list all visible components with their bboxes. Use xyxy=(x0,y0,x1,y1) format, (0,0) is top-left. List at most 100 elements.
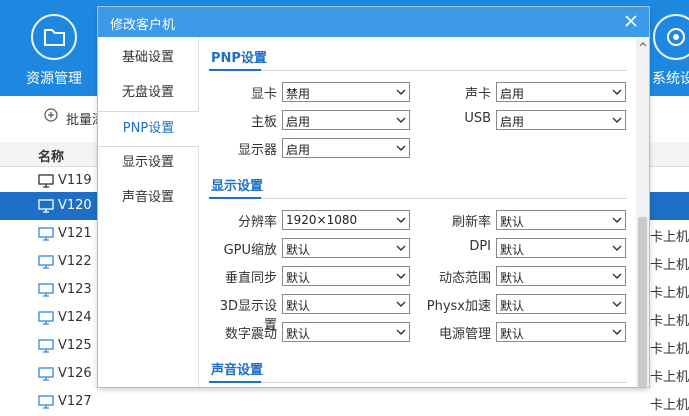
row-status: 卡上机 xyxy=(650,230,689,245)
chevron-down-icon xyxy=(396,145,406,151)
monitor-icon xyxy=(38,367,54,381)
gpu-select[interactable]: 禁用 xyxy=(282,82,410,102)
scroll-up-icon[interactable] xyxy=(639,41,647,47)
folder-icon xyxy=(31,14,77,60)
row-name: V120 xyxy=(58,198,92,213)
section-divider xyxy=(209,381,627,383)
row-name: V123 xyxy=(58,282,92,297)
row-status: 卡上机 xyxy=(650,398,689,413)
gear-icon xyxy=(653,14,689,60)
batch-add-button[interactable]: 批量添 xyxy=(44,108,105,128)
chevron-down-icon xyxy=(396,245,406,251)
close-icon xyxy=(625,15,637,27)
dpi-select[interactable]: 默认 xyxy=(496,238,626,258)
chevron-down-icon xyxy=(612,89,622,95)
chevron-down-icon xyxy=(612,245,622,251)
sidebar-item-sound[interactable]: 声音设置 xyxy=(98,181,198,215)
display-section-title: 显示设置 xyxy=(211,179,264,194)
monitor-value: 启用 xyxy=(286,143,311,157)
monitor-icon xyxy=(38,227,54,241)
power-management-select[interactable]: 默认 xyxy=(496,322,626,342)
row-status: 卡上机 xyxy=(650,258,689,273)
sidebar-item-diskless[interactable]: 无盘设置 xyxy=(98,76,198,110)
gpu-scaling-value: 默认 xyxy=(286,243,311,257)
refresh-rate-select[interactable]: 默认 xyxy=(496,210,626,230)
nav-system-label: 系统设 xyxy=(652,71,689,87)
3d-settings-select[interactable]: 默认 xyxy=(282,294,410,314)
row-name: V124 xyxy=(58,310,92,325)
monitor-icon xyxy=(38,283,54,297)
physx-value: 默认 xyxy=(500,299,525,313)
chevron-down-icon xyxy=(396,89,406,95)
content-scrollbar[interactable] xyxy=(636,37,649,387)
dynamic-range-value: 默认 xyxy=(500,271,525,285)
pnp-section-title: PNP设置 xyxy=(211,51,267,66)
dpi-value: 默认 xyxy=(500,243,525,257)
sidebar-item-display[interactable]: 显示设置 xyxy=(98,146,198,180)
monitor-label: 显示器 xyxy=(237,143,277,158)
row-name: V121 xyxy=(58,226,92,241)
digital-vibrance-value: 默认 xyxy=(286,327,311,341)
gpu-scaling-select[interactable]: 默认 xyxy=(282,238,410,258)
dialog-title: 修改客户机 xyxy=(110,18,176,33)
monitor-select[interactable]: 启用 xyxy=(282,138,410,158)
digital-vibrance-label: 数字震动 xyxy=(224,327,277,342)
sidebar-item-pnp[interactable]: PNP设置 xyxy=(98,111,199,147)
chevron-down-icon xyxy=(612,329,622,335)
row-name: V122 xyxy=(58,254,92,269)
close-button[interactable] xyxy=(621,11,641,31)
column-name-header[interactable]: 名称 xyxy=(38,146,64,165)
digital-vibrance-select[interactable]: 默认 xyxy=(282,322,410,342)
chevron-down-icon xyxy=(396,329,406,335)
vsync-label: 垂直同步 xyxy=(224,271,277,286)
refresh-rate-label: 刷新率 xyxy=(451,215,491,230)
dynamic-range-label: 动态范围 xyxy=(438,271,491,286)
chevron-down-icon xyxy=(612,117,622,123)
edit-client-dialog: 修改客户机 基础设置 无盘设置 PNP设置 显示设置 声音设置 PNP设置 显卡… xyxy=(98,7,649,387)
chevron-down-icon xyxy=(612,301,622,307)
resolution-label: 分辨率 xyxy=(237,215,277,230)
motherboard-select[interactable]: 启用 xyxy=(282,110,410,130)
plus-icon xyxy=(44,108,58,126)
refresh-rate-value: 默认 xyxy=(500,215,525,229)
dynamic-range-select[interactable]: 默认 xyxy=(496,266,626,286)
dialog-title-bar[interactable]: 修改客户机 xyxy=(98,7,649,37)
physx-select[interactable]: 默认 xyxy=(496,294,626,314)
row-name: V119 xyxy=(58,173,92,188)
row-status: 卡上机 xyxy=(650,286,689,301)
power-management-label: 电源管理 xyxy=(438,327,491,342)
row-name: V126 xyxy=(58,366,92,381)
sidebar-item-basic[interactable]: 基础设置 xyxy=(98,41,198,75)
sound-card-select[interactable]: 启用 xyxy=(496,82,626,102)
chevron-down-icon xyxy=(396,301,406,307)
table-row[interactable]: V127 卡上机 xyxy=(0,388,689,416)
3d-settings-value: 默认 xyxy=(286,299,311,313)
motherboard-value: 启用 xyxy=(286,115,311,129)
physx-label: Physx加速 xyxy=(426,299,491,314)
chevron-down-icon xyxy=(396,217,406,223)
chevron-down-icon xyxy=(396,273,406,279)
chevron-down-icon xyxy=(612,273,622,279)
resolution-value: 1920×1080 xyxy=(286,213,358,227)
power-management-value: 默认 xyxy=(500,327,525,341)
usb-select[interactable]: 启用 xyxy=(496,110,626,130)
gpu-label: 显卡 xyxy=(250,87,277,102)
row-status: 卡上机 xyxy=(650,370,689,385)
resolution-select[interactable]: 1920×1080 xyxy=(282,210,410,230)
sound-card-value: 启用 xyxy=(500,87,525,101)
row-status: 卡上机 xyxy=(650,314,689,329)
usb-label: USB xyxy=(464,111,491,126)
section-divider xyxy=(209,197,627,199)
scrollbar-thumb[interactable] xyxy=(638,217,647,387)
settings-content: PNP设置 显卡 禁用 声卡 启用 主板 启用 USB 启用 显示器 启用 显示… xyxy=(199,37,636,387)
sound-section-title: 声音设置 xyxy=(211,363,264,378)
nav-resource-management[interactable]: 资源管理 xyxy=(0,0,110,96)
motherboard-label: 主板 xyxy=(250,115,277,130)
chevron-down-icon xyxy=(612,217,622,223)
gpu-scaling-label: GPU缩放 xyxy=(223,243,277,258)
monitor-icon xyxy=(38,395,54,409)
row-name: V125 xyxy=(58,338,92,353)
monitor-icon xyxy=(38,339,54,353)
vsync-select[interactable]: 默认 xyxy=(282,266,410,286)
nav-system-settings[interactable]: 系统设 xyxy=(649,0,689,96)
